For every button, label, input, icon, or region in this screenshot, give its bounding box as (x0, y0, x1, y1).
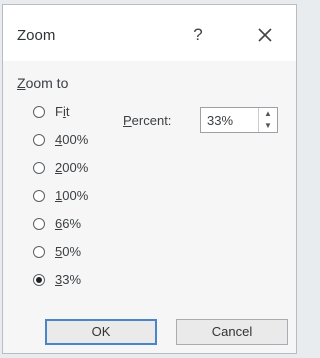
zoom-to-label-accesskey: Z (17, 75, 26, 91)
radio-200[interactable] (33, 162, 45, 174)
percent-label: Percent: (123, 113, 172, 128)
option-400-label: 400% (55, 132, 89, 147)
zoom-to-label: Zoom to (17, 75, 68, 91)
option-33[interactable]: 33% (33, 272, 143, 290)
option-50-label: 50% (55, 244, 82, 259)
option-33-label: 33% (55, 272, 82, 287)
close-button[interactable] (253, 23, 277, 47)
option-100-label: 100% (55, 188, 89, 203)
percent-input[interactable]: 33% ▲ ▼ (200, 107, 278, 133)
ok-button[interactable]: OK (45, 319, 157, 345)
title-bar: Zoom ? (3, 5, 296, 61)
radio-66[interactable] (33, 218, 45, 230)
percent-value[interactable]: 33% (207, 113, 233, 128)
zoom-to-label-rest: oom to (25, 75, 69, 91)
option-fit-label: Fit (55, 104, 70, 119)
radio-33[interactable] (33, 274, 45, 286)
option-66[interactable]: 66% (33, 216, 143, 234)
option-200[interactable]: 200% (33, 160, 143, 178)
spin-up-icon[interactable]: ▲ (259, 108, 277, 120)
radio-fit[interactable] (33, 106, 45, 118)
option-100[interactable]: 100% (33, 188, 143, 206)
option-50[interactable]: 50% (33, 244, 143, 262)
option-400[interactable]: 400% (33, 132, 143, 150)
option-200-label: 200% (55, 160, 89, 175)
radio-selected-dot (36, 277, 42, 283)
ok-button-label: OK (91, 324, 111, 339)
dialog-title: Zoom (17, 27, 56, 44)
percent-spinner[interactable]: ▲ ▼ (258, 108, 277, 132)
help-button[interactable]: ? (187, 23, 209, 47)
spin-down-icon[interactable]: ▼ (259, 120, 277, 132)
zoom-dialog: Zoom ? Zoom to Fit 400% 200% 100% 66% 50… (2, 4, 297, 354)
option-66-label: 66% (55, 216, 82, 231)
cancel-button[interactable]: Cancel (176, 319, 288, 345)
radio-400[interactable] (33, 134, 45, 146)
radio-100[interactable] (33, 190, 45, 202)
close-icon (258, 28, 272, 42)
cancel-button-label: Cancel (211, 324, 253, 339)
radio-50[interactable] (33, 246, 45, 258)
